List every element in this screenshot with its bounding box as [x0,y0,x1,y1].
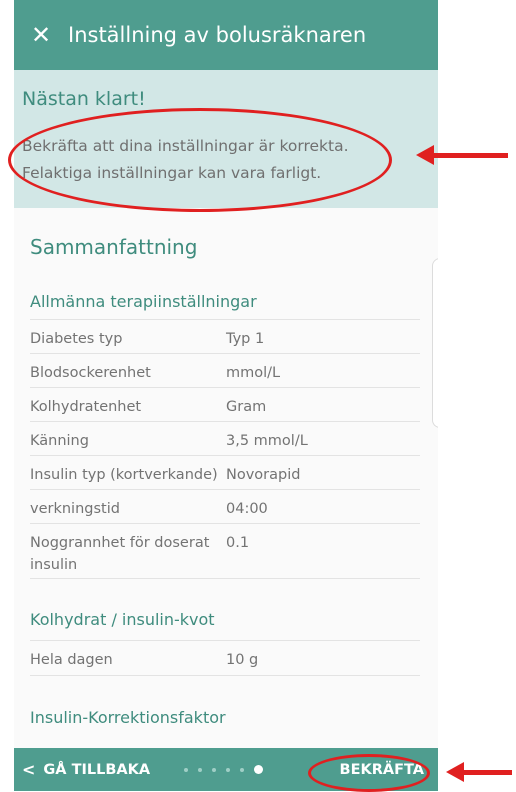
settings-row: Kolhydratenhet Gram [30,387,420,422]
annotation-ellipse-notice [8,108,392,212]
row-label: Noggrannhet för doserat insulin [30,535,210,573]
annotation-arrow [462,770,512,775]
settings-row: Diabetes typ Typ 1 [30,319,420,354]
step-dot [198,767,202,772]
row-value: mmol/L [226,365,281,381]
notice-title: Nästan klart! [22,88,146,110]
settings-row: Känning 3,5 mmol/L [30,421,420,456]
close-button[interactable]: ✕ [14,0,68,70]
step-dot [212,767,216,772]
settings-row: Insulin typ (kortverkande) Novorapid [30,455,420,490]
step-indicator [184,748,273,791]
close-icon: ✕ [30,21,52,49]
row-label: Diabetes typ [30,331,123,347]
row-value: 04:00 [226,501,268,517]
step-dot [184,767,188,772]
step-dot [226,767,230,772]
settings-row: verkningstid 04:00 [30,489,420,524]
row-value: Novorapid [226,467,301,483]
settings-row: Blodsockerenhet mmol/L [30,353,420,388]
app-header: ✕ Inställning av bolusräknaren [14,0,438,70]
page-title: Inställning av bolusräknaren [68,23,367,47]
row-label: Hela dagen [30,652,113,668]
row-value: 3,5 mmol/L [226,433,308,449]
settings-row: Noggrannhet för doserat insulin 0.1 [30,523,420,579]
row-value: Gram [226,399,267,415]
step-dot [240,767,244,772]
side-scroll-handle[interactable] [432,258,438,428]
back-button[interactable]: < GÅ TILLBAKA [22,748,150,791]
row-value: Typ 1 [226,331,265,347]
section-title-general: Allmänna terapiinställningar [30,292,257,311]
row-label: Insulin typ (kortverkande) [30,467,218,483]
row-value: 10 g [226,652,259,668]
section-title-carb-ratio: Kolhydrat / insulin-kvot [30,610,215,629]
back-label: GÅ TILLBAKA [43,761,151,778]
summary-title: Sammanfattning [30,235,198,259]
section-title-correction: Insulin-Korrektionsfaktor [30,708,226,727]
row-label: verkningstid [30,501,120,517]
summary-panel: Sammanfattning Allmänna terapiinställnin… [14,208,438,748]
annotation-ellipse-confirm [308,754,430,792]
row-label: Känning [30,433,89,449]
chevron-left-icon: < [22,760,36,779]
row-value: 0.1 [226,535,250,551]
annotation-arrow [432,153,508,158]
row-label: Blodsockerenhet [30,365,151,381]
row-label: Kolhydratenhet [30,399,142,415]
settings-row: Hela dagen 10 g [30,640,420,676]
step-dot-active [254,765,263,774]
